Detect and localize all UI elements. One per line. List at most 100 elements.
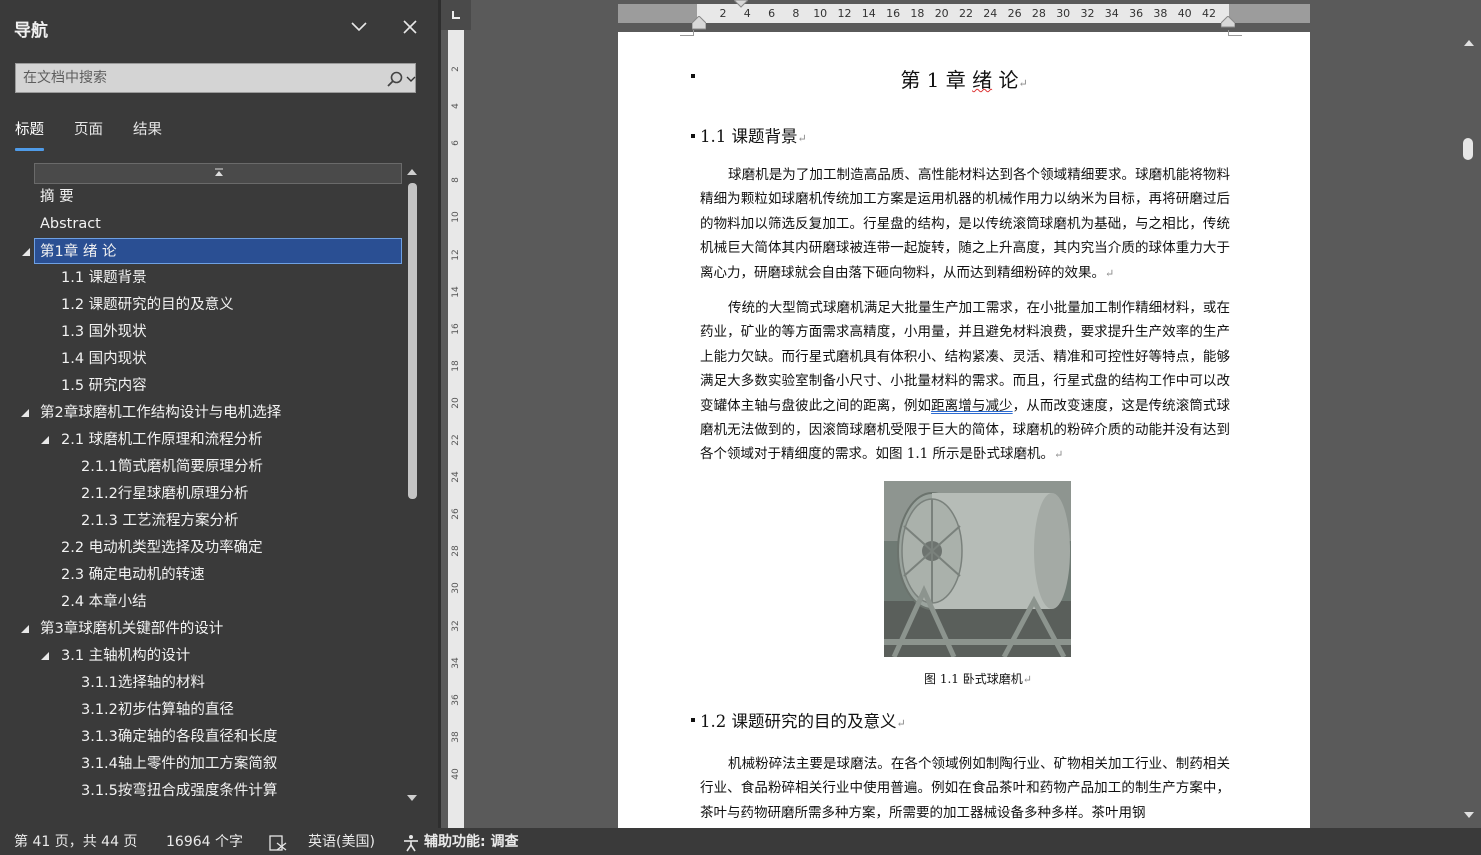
tree-item[interactable]: 2.3 确定电动机的转速 — [0, 562, 402, 588]
ruler-number: 30 — [1056, 7, 1071, 20]
tree-item-label: 3.1.1选择轴的材料 — [81, 675, 205, 691]
document-canvas[interactable]: 第 1 章 绪 论↵ 1.1 课题背景↵ 球磨机是为了加工制造高品质、高性能材料… — [471, 30, 1457, 828]
ruler-number: 22 — [959, 7, 973, 20]
tree-item-label: Abstract — [40, 216, 101, 232]
ruler-number: 36 — [1129, 7, 1144, 20]
word-count[interactable]: 16964 个字 — [166, 832, 243, 852]
tab-headings[interactable]: 标题 — [15, 120, 44, 154]
first-line-indent-marker-icon[interactable] — [734, 0, 748, 8]
hanging-indent-marker-icon[interactable] — [692, 16, 706, 30]
nav-scrollbar-thumb[interactable] — [408, 183, 417, 499]
horizontal-ruler[interactable]: 2 4 6 8 10 12 14 16 18 20 22 24 26 28 30 32 34 36 38 40 42 — [471, 0, 1457, 30]
body-paragraph-2[interactable]: 传统的大型筒式球磨机满足大批量生产加工需求，在小批量加工制作精细材料，或在药业，… — [700, 296, 1230, 468]
scroll-down-arrow-icon[interactable] — [1457, 808, 1481, 822]
nav-scrollbar[interactable] — [404, 163, 420, 813]
tree-item-label: 1.2 课题研究的目的及意义 — [61, 297, 234, 313]
vertical-ruler[interactable]: 2 4 6 8 10 12 14 16 18 20 22 24 26 28 30 32 34 36 38 40 — [441, 30, 471, 828]
search-input[interactable] — [16, 64, 376, 92]
navigation-pane: 导航 标题 页面 结果 摘 要 Abstract 第1章 绪 论 1.1 课题背景 1.… — [0, 0, 438, 828]
figure-caption[interactable]: 图 1.1 卧式球磨机↵ — [618, 670, 1338, 687]
tree-item[interactable]: 3.1.2初步估算轴的直径 — [0, 697, 402, 723]
ruler-number: 2 — [719, 7, 727, 20]
tab-results[interactable]: 结果 — [133, 120, 162, 154]
proofing-icon[interactable] — [268, 833, 288, 853]
page-count[interactable]: 第 41 页，共 44 页 — [14, 832, 137, 852]
tree-item-label: 1.3 国外现状 — [61, 324, 147, 340]
close-pane-button[interactable] — [397, 14, 423, 40]
document-scrollbar[interactable] — [1457, 30, 1481, 828]
tree-item-label: 2.3 确定电动机的转速 — [61, 567, 205, 583]
right-indent-marker-icon[interactable] — [1221, 16, 1235, 28]
ruler-number: 40 — [451, 768, 461, 780]
tree-item[interactable]: 2.1.3 工艺流程方案分析 — [0, 508, 402, 534]
tree-item-label: 第3章球磨机关键部件的设计 — [40, 621, 224, 637]
tab-pages[interactable]: 页面 — [74, 120, 103, 154]
ruler-number: 4 — [743, 7, 751, 20]
scroll-up-arrow-icon[interactable] — [404, 165, 420, 179]
tree-item[interactable]: 3.1.5按弯扭合成强度条件计算 — [0, 778, 402, 804]
tree-item[interactable]: 第3章球磨机关键部件的设计 — [0, 616, 402, 642]
expand-arrow-icon[interactable] — [39, 427, 51, 453]
ruler-number: 8 — [451, 177, 461, 184]
ruler-number: 18 — [910, 7, 925, 20]
ruler-number: 8 — [792, 7, 800, 20]
tree-item-label: 1.5 研究内容 — [61, 378, 147, 394]
ball-mill-figure[interactable] — [884, 481, 1071, 657]
tree-item[interactable]: 1.1 课题背景 — [0, 265, 402, 291]
nav-title: 导航 — [14, 21, 48, 41]
tree-item[interactable]: 3.1.1选择轴的材料 — [0, 670, 402, 696]
pane-options-button[interactable] — [346, 14, 372, 40]
tree-item-label: 2.1.2行星球磨机原理分析 — [81, 486, 249, 502]
ruler-number: 36 — [451, 693, 461, 706]
body-paragraph-3[interactable]: 机械粉碎法主要是球磨法。在各个领域例如制陶行业、矿物相关加工行业、制药相关行业、… — [700, 752, 1230, 825]
ruler-number: 20 — [451, 397, 461, 409]
expand-arrow-icon[interactable] — [19, 616, 31, 642]
tree-item-label: 1.1 课题背景 — [61, 270, 147, 286]
document-scrollbar-thumb[interactable] — [1463, 138, 1473, 160]
tree-item[interactable]: 1.2 课题研究的目的及意义 — [0, 292, 402, 318]
tree-item-label: 第2章球磨机工作结构设计与电机选择 — [40, 405, 282, 421]
tree-item[interactable]: 1.3 国外现状 — [0, 319, 402, 345]
expand-arrow-icon[interactable] — [39, 643, 51, 669]
expand-arrow-icon[interactable] — [20, 239, 32, 265]
tree-item-label: 3.1 主轴机构的设计 — [61, 648, 191, 664]
tree-item[interactable]: 第1章 绪 论 — [22, 238, 402, 264]
document-page[interactable]: 第 1 章 绪 论↵ 1.1 课题背景↵ 球磨机是为了加工制造高品质、高性能材料… — [618, 30, 1310, 828]
tree-item[interactable]: 3.1 主轴机构的设计 — [0, 643, 402, 669]
tab-selector[interactable] — [441, 0, 471, 30]
section-heading-1-2[interactable]: 1.2 课题研究的目的及意义↵ — [700, 708, 906, 732]
chapter-title[interactable]: 第 1 章 绪 论↵ — [618, 64, 1310, 93]
tree-item[interactable]: 2.1 球磨机工作原理和流程分析 — [0, 427, 402, 453]
tree-item-label: 2.1.1筒式磨机简要原理分析 — [81, 459, 263, 475]
ruler-number: 42 — [1202, 7, 1216, 20]
ruler-number: 34 — [451, 656, 461, 669]
tree-item[interactable]: 1.5 研究内容 — [0, 373, 402, 399]
body-paragraph-1[interactable]: 球磨机是为了加工制造高品质、高性能材料达到各个领域精细要求。球磨机能将物料精细为… — [700, 163, 1230, 286]
tree-item[interactable]: 2.1.1筒式磨机简要原理分析 — [0, 454, 402, 480]
scroll-down-arrow-icon[interactable] — [404, 791, 420, 805]
tree-item[interactable]: 2.1.2行星球磨机原理分析 — [0, 481, 402, 507]
tree-item[interactable]: 2.4 本章小结 — [0, 589, 402, 615]
tree-item[interactable]: 2.2 电动机类型选择及功率确定 — [0, 535, 402, 561]
search-options-dropdown-icon[interactable] — [406, 71, 416, 87]
tree-item[interactable]: 3.1.3确定轴的各段直径和长度 — [0, 724, 402, 750]
tree-item[interactable]: 第2章球磨机工作结构设计与电机选择 — [0, 400, 402, 426]
tree-item[interactable]: 3.1.4轴上零件的加工方案简叙 — [0, 751, 402, 777]
ruler-number: 22 — [451, 434, 461, 446]
word-window: 导航 标题 页面 结果 摘 要 Abstract 第1章 绪 论 1.1 课题背景 1.… — [0, 0, 1481, 855]
tree-item-label: 1.4 国内现状 — [61, 351, 147, 367]
tree-scroll-up-button[interactable] — [34, 163, 402, 184]
expand-arrow-icon[interactable] — [19, 400, 31, 426]
tree-item[interactable]: 摘 要 — [0, 184, 402, 210]
search-icon[interactable] — [386, 70, 404, 88]
tree-item-label: 第1章 绪 论 — [40, 244, 117, 260]
tree-item[interactable]: 1.4 国内现状 — [0, 346, 402, 372]
scroll-up-arrow-icon[interactable] — [1457, 36, 1481, 50]
left-tab-stop-icon — [452, 11, 460, 19]
ruler-number: 26 — [451, 508, 461, 520]
accessibility-status[interactable]: 辅助功能: 调查 — [424, 832, 518, 852]
ruler-number: 4 — [451, 103, 461, 109]
language-indicator[interactable]: 英语(美国) — [308, 832, 375, 852]
section-heading-1-1[interactable]: 1.1 课题背景↵ — [700, 123, 807, 147]
tree-item[interactable]: Abstract — [0, 211, 402, 237]
